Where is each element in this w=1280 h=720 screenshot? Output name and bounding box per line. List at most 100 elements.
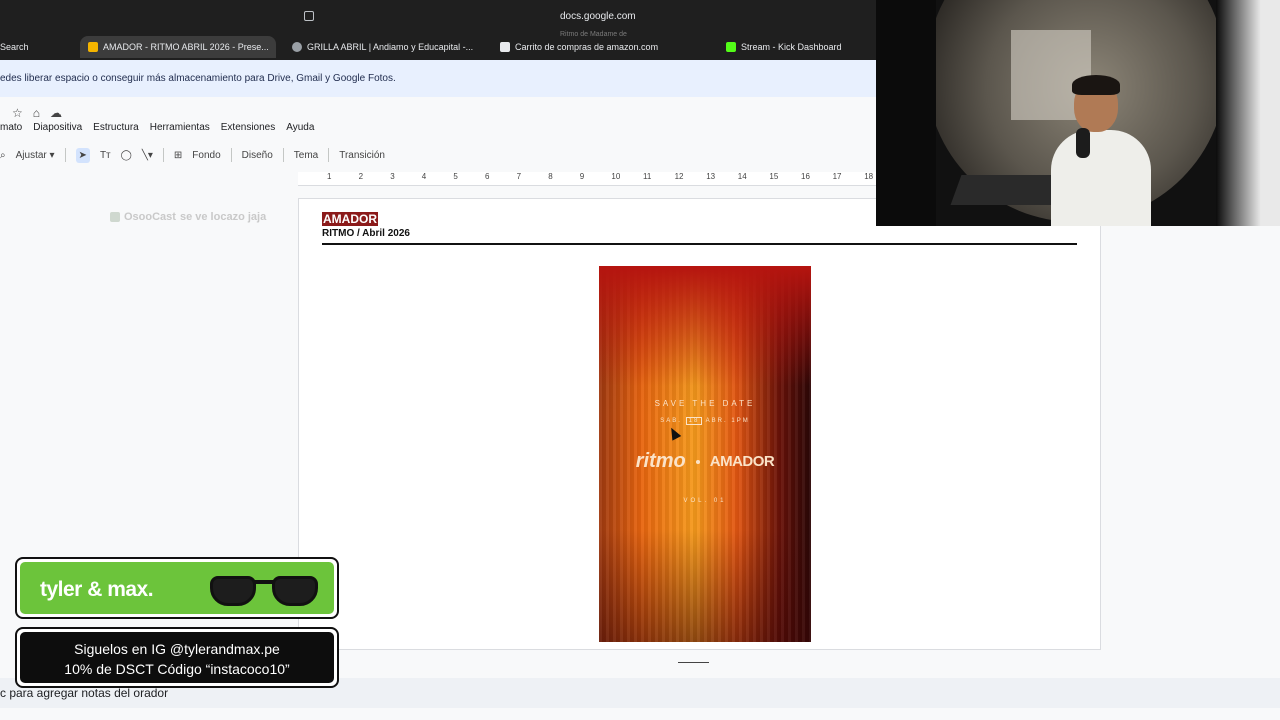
ruler-mark: 18 (864, 172, 874, 181)
ruler-mark: 13 (706, 172, 716, 181)
poster-brand-amador: AMADOR (709, 453, 775, 470)
move-to-drive-icon[interactable]: ⌂ (33, 106, 40, 120)
microphone-icon (1076, 128, 1090, 158)
poster-save-date: SAVE THE DATE (654, 399, 756, 408)
poster-date: SAB. 18 ABR. 1PM (599, 417, 811, 425)
screen: docs.google.com Search AMADOR - RITMO AB… (0, 0, 1280, 720)
tab-slides-presentation[interactable]: AMADOR - RITMO ABRIL 2026 - Prese... (80, 36, 276, 58)
layout-button[interactable]: Diseño (242, 150, 273, 161)
ruler-mark: 9 (579, 172, 585, 181)
horizontal-ruler[interactable]: 1 2 3 4 5 6 7 8 9 10 11 12 13 14 15 16 17 18 (298, 172, 876, 186)
menu-formato[interactable]: mato (0, 122, 22, 133)
speaker-notes-placeholder: c para agregar notas del orador (0, 686, 169, 700)
ruler-mark: 12 (674, 172, 684, 181)
tab-label: Carrito de compras de amazon.com (515, 42, 659, 52)
storage-banner-text: edes liberar espacio o conseguir más alm… (0, 73, 396, 84)
site-settings-icon[interactable] (304, 11, 314, 21)
poster-time: 1PM (731, 418, 750, 424)
ruler-mark: 10 (611, 172, 621, 181)
toolbar: ⌕ Ajustar ▾ ➤ Tт ◯ ╲▾ ⊞ Fondo Diseño Tem… (0, 145, 395, 165)
slides-icon (88, 42, 98, 52)
doc-quick-actions: ☆ ⌂ ☁ (12, 106, 62, 120)
sponsor-banner: tyler & max. (15, 557, 339, 619)
tab-label: Search (0, 42, 29, 52)
event-poster-image[interactable]: SAVE THE DATE SAB. 18 ABR. 1PM ritmo AMA… (599, 266, 811, 642)
tab-label: Stream - Kick Dashboard (741, 42, 842, 52)
sponsor-promo-line1: Siguelos en IG @tylerandmax.pe (74, 641, 280, 657)
divider (162, 148, 164, 162)
divider (328, 148, 330, 162)
menu-bar: mato Diapositiva Estructura Herramientas… (0, 122, 314, 133)
webcam-border-right (1216, 0, 1280, 226)
site-icon (292, 42, 302, 52)
menu-estructura[interactable]: Estructura (93, 122, 139, 133)
menu-herramientas[interactable]: Herramientas (150, 122, 210, 133)
sponsor-promo-bg: Siguelos en IG @tylerandmax.pe 10% de DS… (20, 632, 334, 683)
menu-diapositiva[interactable]: Diapositiva (33, 122, 82, 133)
ruler-mark: 15 (769, 172, 779, 181)
background-button[interactable]: Fondo (192, 150, 220, 161)
star-icon[interactable]: ☆ (12, 106, 23, 120)
sponsor-banner-bg: tyler & max. (20, 562, 334, 614)
address-text[interactable]: docs.google.com (560, 11, 636, 22)
webcam-person-body (1051, 130, 1151, 226)
slide-subtitle[interactable]: RITMO / Abril 2026 (322, 228, 410, 239)
ruler-mark: 11 (643, 172, 652, 181)
kick-icon (726, 42, 736, 52)
tab-search[interactable]: Search (0, 36, 62, 58)
ruler-mark: 8 (548, 172, 553, 181)
text-box-tool[interactable]: Tт (100, 150, 111, 161)
poster-volume: VOL. 01 (683, 498, 727, 504)
zoom-icon[interactable]: ⌕ (0, 150, 6, 161)
divider (230, 148, 232, 162)
poster-brands: ritmo AMADOR (599, 450, 811, 473)
webcam-person-hair (1072, 75, 1120, 95)
select-tool-icon[interactable]: ➤ (75, 147, 90, 163)
poster-glow (599, 266, 811, 386)
ruler-mark: 7 (516, 172, 522, 181)
collaborator-text: se ve locazo jaja (179, 211, 267, 223)
webcam-border-left (876, 0, 936, 226)
ruler-mark: 14 (737, 172, 747, 181)
comment-add-icon[interactable]: ⊞ (174, 150, 182, 161)
line-tool-icon[interactable]: ╲▾ (142, 150, 153, 161)
poster-day-name: SAB. (660, 418, 682, 424)
collaborator-name: OsooCast (124, 211, 176, 223)
ruler-mark: 16 (801, 172, 810, 181)
ruler-mark: 2 (358, 172, 364, 181)
poster-dot (695, 459, 700, 464)
menu-extensiones[interactable]: Extensiones (221, 122, 275, 133)
tab-label: GRILLA ABRIL | Andiamo y Educapital -... (307, 42, 474, 52)
amazon-icon (500, 42, 510, 52)
tab-tooltip: Ritmo de Madame de (560, 31, 627, 38)
sunglasses-bridge (254, 580, 274, 584)
tab-grilla[interactable]: GRILLA ABRIL | Andiamo y Educapital -... (284, 36, 484, 58)
tab-amazon[interactable]: Carrito de compras de amazon.com (492, 36, 692, 58)
ruler-mark: 1 (327, 172, 332, 181)
slide-canvas[interactable]: AMADOR RITMO / Abril 2026 SAVE THE DATE … (298, 198, 1101, 650)
tab-kick[interactable]: Stream - Kick Dashboard (718, 36, 868, 58)
sponsor-promo: Siguelos en IG @tylerandmax.pe 10% de DS… (15, 627, 339, 688)
shape-tool-icon[interactable]: ◯ (121, 150, 132, 161)
transition-button[interactable]: Transición (339, 150, 385, 161)
sponsor-promo-line2: 10% de DSCT Código “instacoco10” (64, 661, 290, 677)
sunglasses-lens-left (210, 576, 256, 606)
slide-divider (322, 243, 1077, 245)
menu-ayuda[interactable]: Ayuda (286, 122, 314, 133)
sunglasses-icon (210, 572, 320, 608)
resize-handle[interactable] (678, 662, 709, 663)
poster-brand-ritmo: ritmo (635, 450, 686, 472)
ruler-mark: 3 (390, 172, 395, 181)
zoom-select[interactable]: Ajustar ▾ (16, 150, 55, 161)
divider (282, 148, 284, 162)
chevron-down-icon: ▾ (49, 149, 55, 161)
poster-day: 18 (685, 417, 703, 425)
slide-title[interactable]: AMADOR (322, 212, 378, 226)
poster-month: ABR. (705, 418, 728, 424)
collaborator-cursor-tag: OsooCast se ve locazo jaja (110, 211, 266, 223)
theme-button[interactable]: Tema (294, 150, 318, 161)
divider (64, 148, 66, 162)
ruler-mark: 4 (421, 172, 427, 181)
cloud-icon[interactable]: ☁ (50, 106, 62, 120)
ruler-mark: 5 (453, 172, 458, 181)
